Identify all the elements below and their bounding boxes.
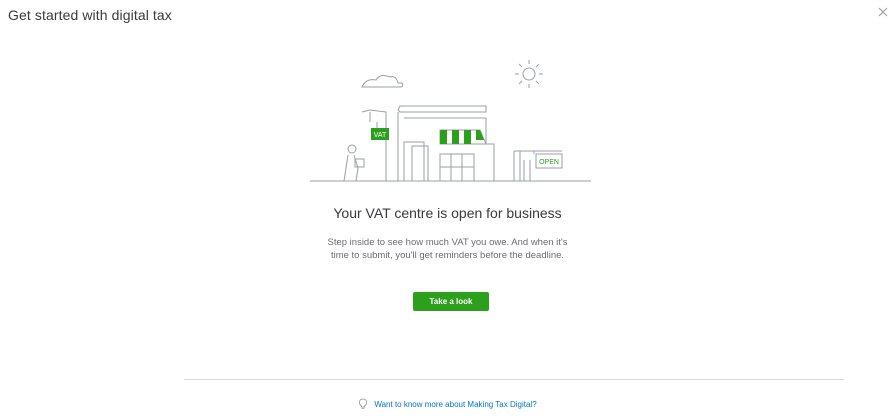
close-icon bbox=[878, 7, 888, 17]
sun-icon bbox=[515, 60, 543, 88]
person-icon bbox=[343, 144, 365, 182]
footer-link-text[interactable]: Want to know more about Making Tax Digit… bbox=[374, 400, 536, 409]
making-tax-digital-link[interactable]: Want to know more about Making Tax Digit… bbox=[0, 398, 895, 410]
lightbulb-icon bbox=[359, 398, 368, 409]
vat-shop-illustration: VAT OPEN bbox=[310, 60, 591, 182]
modal-title: Get started with digital tax bbox=[8, 7, 172, 23]
description-line-1: Step inside to see how much VAT you owe.… bbox=[327, 237, 568, 248]
divider bbox=[184, 379, 844, 380]
open-sign: OPEN bbox=[539, 159, 559, 166]
close-button[interactable] bbox=[877, 6, 893, 22]
shop-awning bbox=[439, 129, 487, 145]
cloud-icon bbox=[361, 75, 404, 88]
description: Step inside to see how much VAT you owe.… bbox=[0, 236, 895, 262]
svg-text:VAT: VAT bbox=[374, 132, 387, 139]
digital-tax-modal: Get started with digital tax VAT OPEN Yo… bbox=[0, 0, 895, 418]
take-a-look-button[interactable]: Take a look bbox=[413, 292, 489, 311]
description-line-2: time to submit, you'll get reminders bef… bbox=[330, 250, 565, 261]
headline: Your VAT centre is open for business bbox=[333, 205, 562, 221]
